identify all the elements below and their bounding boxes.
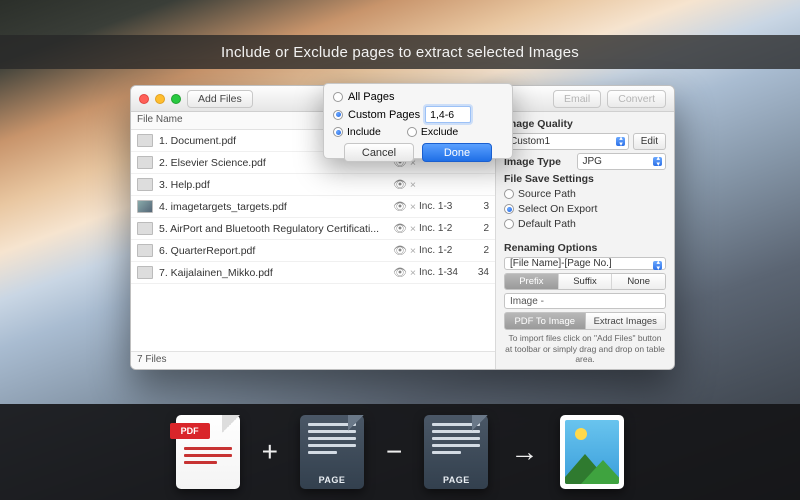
- remove-icon[interactable]: ×: [407, 201, 419, 213]
- table-row[interactable]: 3. Help.pdf👁×: [131, 174, 495, 196]
- include-range: Inc. 1-2: [419, 223, 469, 234]
- file-thumb-icon: [137, 178, 153, 191]
- table-row[interactable]: 7. Kaijalainen_Mikko.pdf👁×Inc. 1-3434: [131, 262, 495, 284]
- image-type-label: Image Type: [504, 156, 573, 168]
- arrow-right-icon: →: [510, 436, 538, 468]
- page-count: 2: [469, 245, 489, 256]
- settings-panel: Image Quality Custom1▴▾ Edit Image Type …: [496, 112, 674, 369]
- email-button[interactable]: Email: [553, 90, 601, 108]
- custom-pages-label: Custom Pages: [348, 109, 420, 121]
- include-range: Inc. 1-3: [419, 201, 469, 212]
- file-thumb-icon: [137, 156, 153, 169]
- pdf-icon: PDF: [176, 415, 240, 489]
- default-path-radio[interactable]: Default Path: [504, 218, 666, 230]
- custom-affix-input[interactable]: Image -: [504, 293, 666, 310]
- eye-icon[interactable]: 👁: [393, 266, 407, 279]
- plus-icon: +: [262, 436, 278, 468]
- pdf-to-image-button[interactable]: PDF To Image: [504, 312, 586, 330]
- include-radio[interactable]: Include: [333, 126, 381, 138]
- renaming-options-label: Renaming Options: [504, 242, 666, 254]
- file-name: 4. imagetargets_targets.pdf: [159, 201, 393, 213]
- file-thumb-icon: [137, 266, 153, 279]
- source-path-radio[interactable]: Source Path: [504, 188, 666, 200]
- page-range-popover: All Pages Custom Pages 1,4-6 Include Exc…: [323, 83, 513, 159]
- file-thumb-icon: [137, 222, 153, 235]
- window-zoom-button[interactable]: [171, 94, 181, 104]
- page-count: 34: [469, 267, 489, 278]
- eye-icon[interactable]: 👁: [393, 200, 407, 213]
- file-name: 5. AirPort and Bluetooth Regulatory Cert…: [159, 223, 393, 235]
- done-button[interactable]: Done: [422, 143, 492, 162]
- extract-images-button[interactable]: Extract Images: [586, 312, 667, 330]
- traffic-lights: [139, 94, 181, 104]
- image-quality-select[interactable]: Custom1▴▾: [504, 133, 629, 150]
- eye-icon[interactable]: 👁: [393, 222, 407, 235]
- include-range: Inc. 1-2: [419, 245, 469, 256]
- custom-pages-radio[interactable]: [333, 110, 343, 120]
- remove-icon[interactable]: ×: [407, 245, 419, 257]
- page-icon: PAGE: [424, 415, 488, 489]
- file-save-settings-label: File Save Settings: [504, 173, 666, 185]
- remove-icon[interactable]: ×: [407, 223, 419, 235]
- file-list: 1. Document.pdf👁×2. Elsevier Science.pdf…: [131, 130, 495, 351]
- page-count: 3: [469, 201, 489, 212]
- import-hint: To import files click on "Add Files" but…: [504, 333, 666, 365]
- file-name: 7. Kaijalainen_Mikko.pdf: [159, 267, 393, 279]
- all-pages-radio[interactable]: All Pages: [333, 91, 503, 103]
- renaming-select[interactable]: [File Name]-[Page No.]▴▾: [504, 257, 666, 270]
- eye-icon[interactable]: 👁: [393, 178, 407, 191]
- remove-icon[interactable]: ×: [407, 267, 419, 279]
- seg-none[interactable]: None: [612, 274, 665, 289]
- seg-suffix[interactable]: Suffix: [559, 274, 613, 289]
- page-icon: PAGE: [300, 415, 364, 489]
- graphic-strip: PDF + PAGE − PAGE →: [0, 404, 800, 500]
- file-name: 6. QuarterReport.pdf: [159, 245, 393, 257]
- file-thumb-icon: [137, 200, 153, 213]
- file-name: 3. Help.pdf: [159, 179, 393, 191]
- page-range-input[interactable]: 1,4-6: [425, 106, 471, 123]
- include-range: Inc. 1-34: [419, 267, 469, 278]
- window-close-button[interactable]: [139, 94, 149, 104]
- table-row[interactable]: 6. QuarterReport.pdf👁×Inc. 1-22: [131, 240, 495, 262]
- promo-banner: Include or Exclude pages to extract sele…: [0, 35, 800, 69]
- select-on-export-radio[interactable]: Select On Export: [504, 203, 666, 215]
- file-thumb-icon: [137, 134, 153, 147]
- remove-icon[interactable]: ×: [407, 179, 419, 191]
- image-quality-label: Image Quality: [504, 118, 666, 130]
- eye-icon[interactable]: 👁: [393, 244, 407, 257]
- image-icon: [560, 415, 624, 489]
- file-count-footer: 7 Files: [131, 351, 495, 369]
- window-minimize-button[interactable]: [155, 94, 165, 104]
- table-row[interactable]: 5. AirPort and Bluetooth Regulatory Cert…: [131, 218, 495, 240]
- image-type-select[interactable]: JPG▴▾: [577, 153, 667, 170]
- edit-quality-button[interactable]: Edit: [633, 133, 666, 150]
- file-thumb-icon: [137, 244, 153, 257]
- minus-icon: −: [386, 436, 402, 468]
- affix-segmented-control[interactable]: Prefix Suffix None: [504, 273, 666, 290]
- page-count: 2: [469, 223, 489, 234]
- seg-prefix[interactable]: Prefix: [505, 274, 559, 289]
- cancel-button[interactable]: Cancel: [344, 143, 414, 162]
- exclude-radio[interactable]: Exclude: [407, 126, 458, 138]
- convert-button[interactable]: Convert: [607, 90, 666, 108]
- table-row[interactable]: 4. imagetargets_targets.pdf👁×Inc. 1-33: [131, 196, 495, 218]
- add-files-button[interactable]: Add Files: [187, 90, 253, 108]
